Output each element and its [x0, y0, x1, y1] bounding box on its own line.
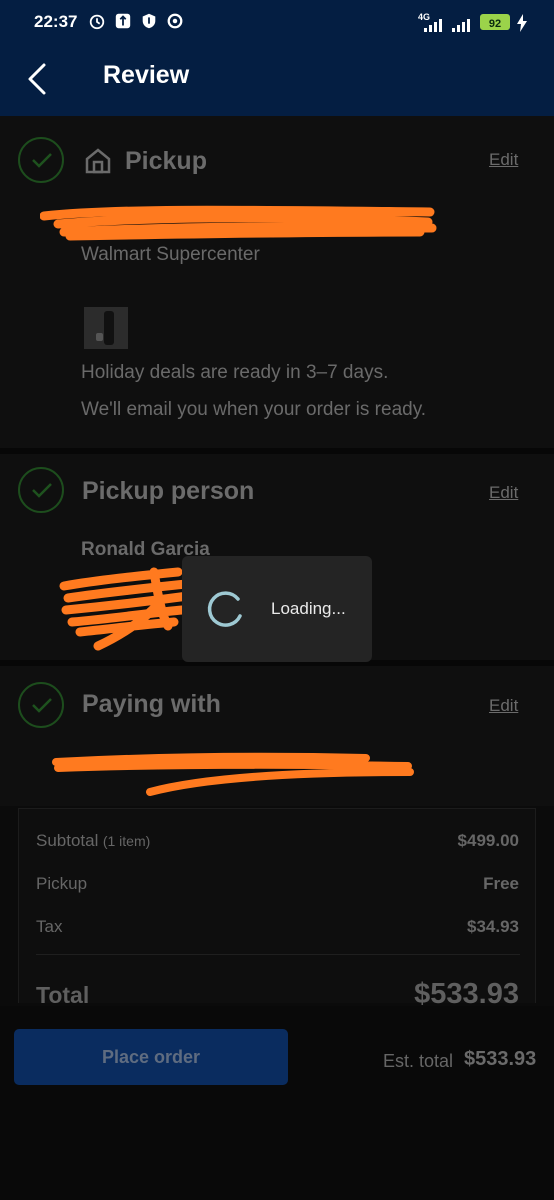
- status-time: 22:37: [34, 12, 78, 31]
- redaction-scribble: [52, 752, 414, 796]
- battery-indicator: 92: [480, 14, 510, 30]
- loading-spinner-icon: [207, 591, 242, 627]
- est-total-label: Est. total: [383, 1051, 454, 1071]
- alarm-icon: [89, 14, 105, 30]
- product-thumbnail: [84, 307, 128, 349]
- loading-dialog: Loading...: [182, 556, 372, 662]
- tax-label: Tax: [36, 917, 63, 936]
- loading-text: Loading...: [271, 599, 346, 618]
- edit-pickup-link[interactable]: Edit: [489, 150, 518, 170]
- usb-icon: [115, 13, 131, 29]
- back-arrow-icon[interactable]: [24, 62, 56, 96]
- subtotal-label: Subtotal: [36, 831, 99, 850]
- place-order-button[interactable]: Place order: [14, 1029, 288, 1085]
- signal-icon-2: [452, 19, 470, 32]
- pickup-person-title: Pickup person: [82, 477, 255, 505]
- shield-icon: [142, 13, 156, 29]
- store-icon: [85, 148, 111, 174]
- page-title: Review: [103, 61, 190, 89]
- redaction-scribble: [40, 205, 437, 241]
- order-summary: Subtotal (1 item) $499.00 Pickup Free Ta…: [18, 808, 536, 1010]
- edit-payment-link[interactable]: Edit: [489, 696, 518, 716]
- pickup-fee-label: Pickup: [36, 874, 88, 893]
- check-icon: [18, 137, 64, 183]
- pickup-title: Pickup: [125, 147, 207, 175]
- summary-divider: [36, 954, 520, 955]
- ready-message: Holiday deals are ready in 3–7 days.: [81, 362, 389, 383]
- paying-with-title: Paying with: [82, 690, 221, 718]
- est-total-value: $533.93: [464, 1048, 537, 1070]
- pickup-section: Pickup Edit Walmart Supercenter Holiday …: [0, 116, 554, 448]
- app-header: Review: [0, 48, 554, 116]
- status-bar: 22:37 4G 92: [0, 0, 554, 48]
- subtotal-row: Subtotal (1 item): [36, 831, 150, 851]
- signal-icon: [424, 19, 442, 32]
- paying-with-section: Paying with Edit: [0, 666, 554, 806]
- pickup-fee-value: Free: [483, 874, 519, 893]
- redaction-scribble: [59, 567, 193, 651]
- subtotal-items: (1 item): [102, 833, 151, 849]
- tax-value: $34.93: [467, 917, 519, 936]
- store-name: Walmart Supercenter: [81, 244, 260, 265]
- subtotal-value: $499.00: [457, 831, 519, 850]
- total-label: Total: [36, 982, 90, 1008]
- email-message: We'll email you when your order is ready…: [81, 399, 427, 420]
- check-icon: [18, 467, 64, 513]
- charging-icon: [517, 14, 527, 32]
- check-icon: [18, 682, 64, 728]
- edit-pickup-person-link[interactable]: Edit: [489, 483, 518, 503]
- sync-icon: [167, 13, 183, 29]
